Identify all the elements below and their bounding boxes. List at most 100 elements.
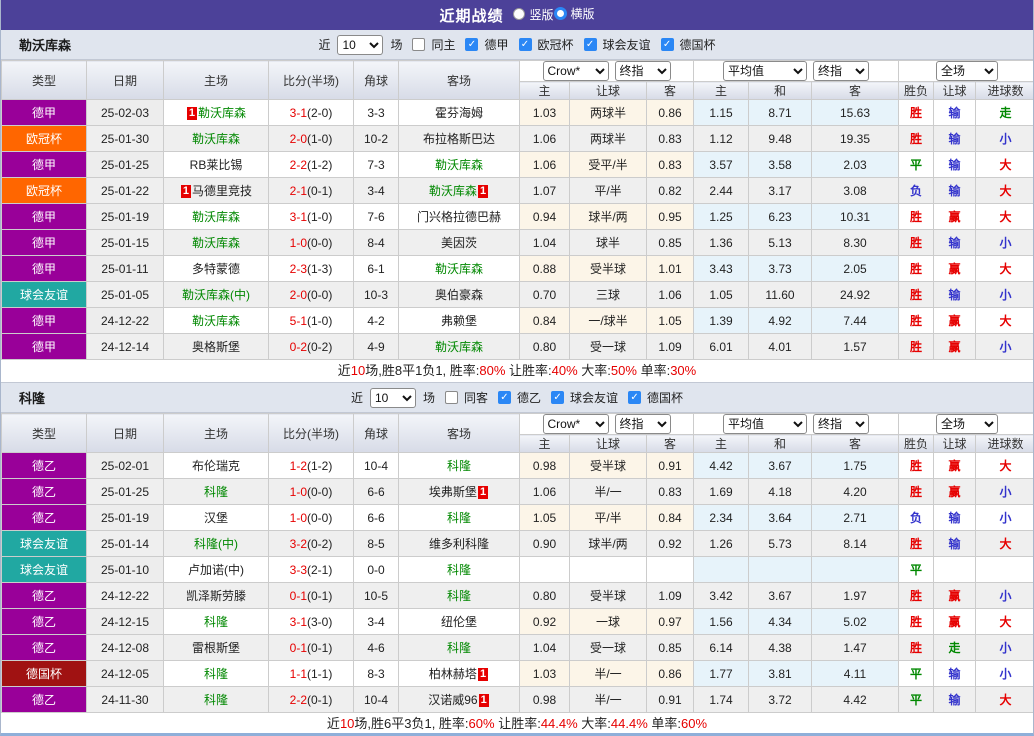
result-outcome: 胜 [899,479,934,505]
handicap-odds-away: 1.09 [647,583,694,609]
handicap-odds-away: 0.85 [647,635,694,661]
avg-final-select[interactable]: 终指 [813,414,869,434]
result-outcome: 胜 [899,635,934,661]
match-date: 25-01-05 [87,282,164,308]
home-team: 科隆 [164,687,269,713]
league-filter-label: 球会友谊 [602,36,652,53]
radio-icon[interactable] [554,7,567,20]
table-row: 德乙25-01-19汉堡1-0(0-0)6-6科隆1.05平/半0.842.34… [2,505,1034,531]
handicap-line: 一球 [570,609,647,635]
handicap-odds-away: 0.95 [647,204,694,230]
checkbox[interactable]: ✓ [519,38,532,51]
home-team: 勒沃库森 [164,308,269,334]
result-outcome: 负 [899,178,934,204]
result-handicap: 赢 [934,479,976,505]
away-team: 勒沃库森1 [399,178,520,204]
result-goals: 小 [976,282,1034,308]
fulltime-score: 2-3 [290,262,307,276]
result-goals: 小 [976,583,1034,609]
checkbox[interactable]: ✓ [584,38,597,51]
home-team-name: 勒沃库森 [192,132,240,146]
checkbox[interactable] [445,391,458,404]
fulltime-score: 3-1 [290,106,307,120]
match-score: 0-1(0-1) [269,635,354,661]
fulltime-score: 3-3 [290,563,307,577]
checkbox[interactable]: ✓ [551,391,564,404]
table-row: 德甲24-12-22勒沃库森5-1(1-0)4-2弗赖堡0.84一/球半1.05… [2,308,1034,334]
league-badge: 德甲 [2,230,87,256]
layout-radio[interactable]: 竖版 [513,6,553,23]
table-row: 德甲25-01-25RB莱比锡2-2(1-2)7-3勒沃库森1.06受平/半0.… [2,152,1034,178]
odds-company-select[interactable]: Crow* [543,61,609,81]
home-team-name: 奥格斯堡 [192,340,240,354]
avg-draw-odds: 5.13 [749,230,812,256]
home-team-name: 凯泽斯劳滕 [186,589,246,603]
avg-dropdown-cell: 平均值终指 [694,414,899,435]
table-row: 球会友谊25-01-05勒沃库森(中)2-0(0-0)10-3奥伯豪森0.70三… [2,282,1034,308]
avg-select[interactable]: 平均值 [723,61,807,81]
league-filter-label: 德国杯 [646,389,684,406]
result-goals: 小 [976,230,1034,256]
league-badge: 德乙 [2,609,87,635]
avg-select[interactable]: 平均值 [723,414,807,434]
avg-draw-odds: 9.48 [749,126,812,152]
result-outcome: 胜 [899,453,934,479]
avg-dropdown-cell: 平均值终指 [694,61,899,82]
halftime-score: (1-0) [307,210,332,224]
corner-score: 10-4 [354,687,399,713]
checkbox[interactable]: ✓ [498,391,511,404]
scope-select[interactable]: 全场 [936,61,998,81]
column-subheader: 和 [749,435,812,453]
layout-radio[interactable]: 横版 [554,5,595,22]
odds-dropdown-cell: Crow* 终指 [520,414,694,435]
odds-final-select[interactable]: 终指 [615,414,671,434]
table-row: 德甲24-12-14奥格斯堡0-2(0-2)4-9勒沃库森0.80受一球1.09… [2,334,1034,360]
handicap-odds-home: 1.06 [520,479,570,505]
avg-away-odds: 2.03 [812,152,899,178]
corner-score: 4-2 [354,308,399,334]
avg-home-odds: 4.42 [694,453,749,479]
home-team-name: 科隆 [204,615,228,629]
home-team-name: 汉堡 [204,511,228,525]
halftime-score: (2-1) [307,563,332,577]
recent-count-select[interactable]: 10 [370,388,416,408]
home-team: 雷根斯堡 [164,635,269,661]
corner-score: 6-6 [354,479,399,505]
league-badge: 球会友谊 [2,282,87,308]
column-subheader: 进球数 [976,435,1034,453]
avg-away-odds: 8.14 [812,531,899,557]
avg-home-odds: 1.77 [694,661,749,687]
scope-select[interactable]: 全场 [936,414,998,434]
table-row: 德乙25-02-01布伦瑞克1-2(1-2)10-4科隆0.98受半球0.914… [2,453,1034,479]
summary-segment: 近 [327,716,340,731]
checkbox[interactable] [412,38,425,51]
column-subheader: 客 [812,435,899,453]
checkbox[interactable]: ✓ [465,38,478,51]
scope-dropdown-cell: 全场 [899,414,1034,435]
team-sections: 勒沃库森近10场同主✓德甲✓欧冠杯✓球会友谊✓德国杯类型日期主场比分(半场)角球… [1,30,1033,736]
fulltime-score: 3-1 [290,615,307,629]
avg-away-odds: 4.42 [812,687,899,713]
home-team-name: RB莱比锡 [190,158,243,172]
results-table: 类型日期主场比分(半场)角球客场Crow*终指平均值终指全场主让球客主和客胜负让… [1,413,1034,713]
result-outcome: 胜 [899,230,934,256]
odds-company-select[interactable]: Crow* [543,414,609,434]
result-handicap: 输 [934,687,976,713]
column-header-date: 日期 [87,414,164,453]
avg-draw-odds: 3.72 [749,687,812,713]
home-team-name: 勒沃库森 [198,106,246,120]
column-subheader: 胜负 [899,82,934,100]
home-team: 凯泽斯劳滕 [164,583,269,609]
table-row: 欧冠杯25-01-30勒沃库森2-0(1-0)10-2布拉格斯巴达1.06两球半… [2,126,1034,152]
recent-count-select[interactable]: 10 [337,35,383,55]
result-goals: 小 [976,334,1034,360]
odds-final-select[interactable]: 终指 [615,61,671,81]
match-score: 2-1(0-1) [269,178,354,204]
avg-final-select[interactable]: 终指 [813,61,869,81]
checkbox[interactable]: ✓ [628,391,641,404]
checkbox[interactable]: ✓ [661,38,674,51]
fulltime-score: 1-0 [290,511,307,525]
column-header-corner: 角球 [354,414,399,453]
radio-icon[interactable] [513,8,525,20]
handicap-odds-away: 0.97 [647,609,694,635]
